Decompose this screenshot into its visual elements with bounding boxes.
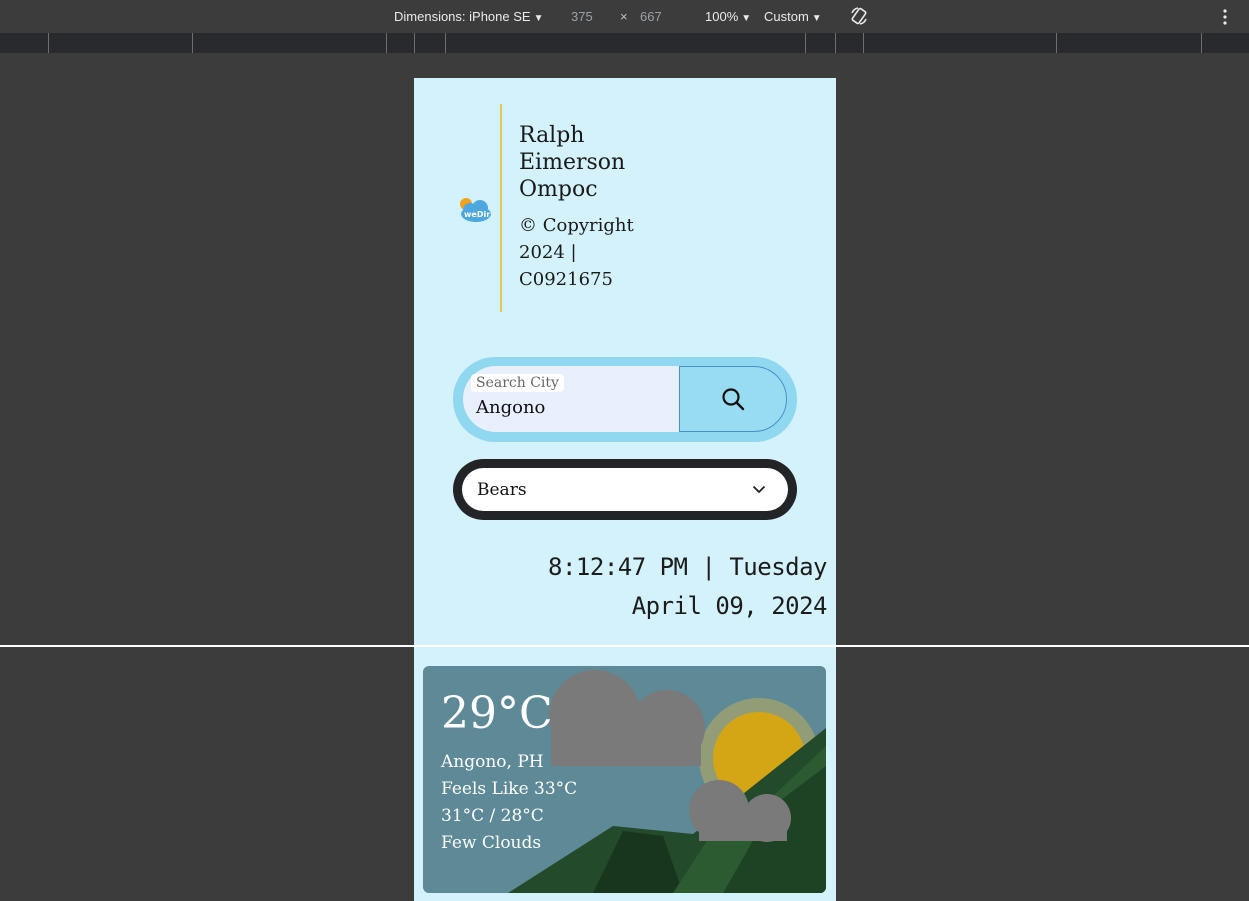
throttle-label: Custom bbox=[764, 9, 809, 24]
dimension-separator: × bbox=[620, 9, 628, 24]
chevron-down-icon bbox=[752, 485, 766, 494]
search-bar: Search City Angono bbox=[453, 357, 797, 442]
devtools-toolbar: Dimensions: iPhone SE ▼ 375 × 667 100% ▼ C… bbox=[0, 0, 1249, 33]
weather-card: 29°C Angono, PH Feels Like 33°C 31°C / 2… bbox=[423, 666, 826, 893]
rotate-icon[interactable] bbox=[849, 6, 869, 26]
search-button[interactable] bbox=[679, 366, 787, 432]
viewport-height-input[interactable]: 667 bbox=[640, 9, 662, 24]
zoom-label: 100% bbox=[705, 9, 739, 24]
temperature-range: 31°C / 28°C bbox=[441, 806, 544, 826]
accent-divider bbox=[500, 104, 502, 312]
copyright-text: © Copyright 2024 | C0921675 bbox=[519, 215, 634, 290]
feels-like: Feels Like 33°C bbox=[441, 779, 578, 799]
search-city-value: Angono bbox=[476, 397, 546, 418]
current-temperature: 29°C bbox=[441, 688, 553, 739]
theme-select-box[interactable]: Bears bbox=[462, 468, 788, 511]
date: April 09, 2024 bbox=[631, 592, 828, 620]
media-query-ruler bbox=[0, 33, 1249, 53]
theme-select: Bears bbox=[453, 459, 797, 520]
weather-location: Angono, PH bbox=[441, 752, 544, 772]
search-icon bbox=[722, 388, 745, 411]
author-name: Ralph Eimerson Ompoc bbox=[519, 123, 626, 202]
throttle-dropdown[interactable]: Custom ▼ bbox=[764, 9, 822, 24]
device-dimensions-label: Dimensions: iPhone SE bbox=[394, 9, 531, 24]
date-time-display: 8:12:47 PM | Tuesday April 09, 2024 bbox=[548, 548, 827, 626]
device-dimensions-dropdown[interactable]: Dimensions: iPhone SE ▼ bbox=[394, 9, 543, 24]
weather-description: Few Clouds bbox=[441, 833, 542, 853]
device-viewport: weDir Ralph Eimerson Ompoc © Copyright 2… bbox=[414, 78, 836, 901]
caret-down-icon: ▼ bbox=[533, 13, 544, 24]
time-weekday: 8:12:47 PM | Tuesday bbox=[548, 553, 827, 581]
search-city-input[interactable]: Search City Angono bbox=[463, 366, 679, 432]
svg-text:weDir: weDir bbox=[464, 210, 490, 219]
more-vert-icon[interactable] bbox=[1219, 8, 1231, 26]
theme-select-value: Bears bbox=[477, 479, 527, 500]
weather-cloud-sun-logo: weDir bbox=[456, 196, 492, 224]
fold-line bbox=[0, 645, 1249, 647]
viewport-width-input[interactable]: 375 bbox=[571, 9, 593, 24]
zoom-dropdown[interactable]: 100% ▼ bbox=[705, 9, 751, 24]
app-header: weDir Ralph Eimerson Ompoc © Copyright 2… bbox=[414, 78, 836, 338]
caret-down-icon: ▼ bbox=[741, 13, 752, 24]
search-city-label: Search City bbox=[471, 374, 564, 392]
caret-down-icon: ▼ bbox=[811, 13, 822, 24]
